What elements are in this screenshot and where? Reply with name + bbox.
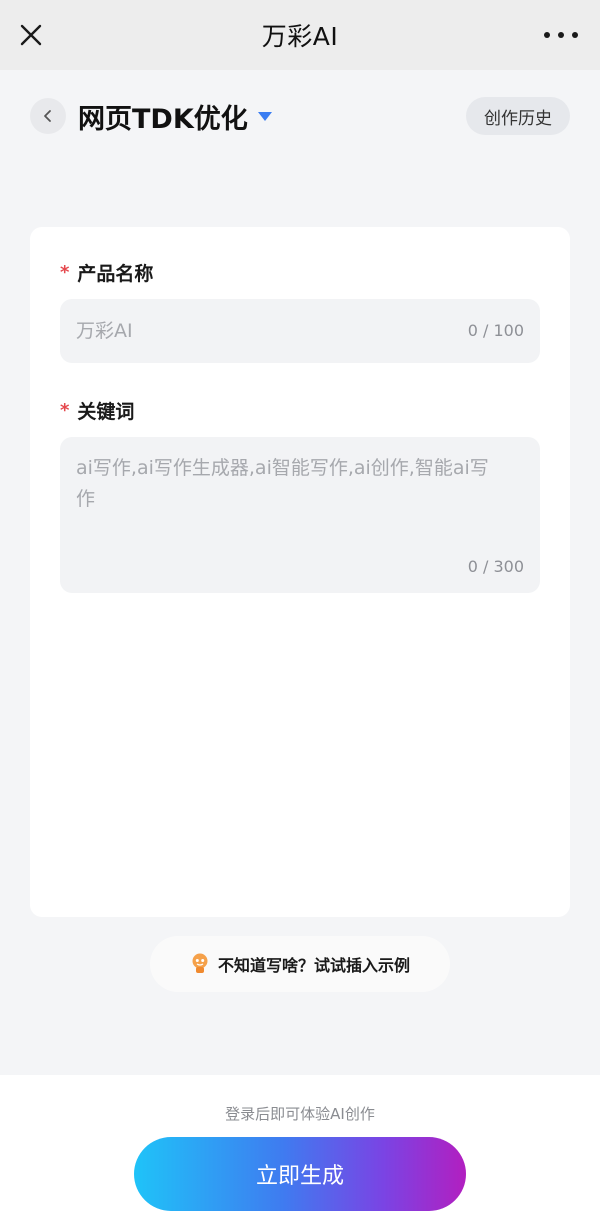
more-dot-icon [544, 32, 550, 38]
more-button[interactable] [544, 24, 578, 46]
history-button[interactable]: 创作历史 [466, 97, 570, 135]
more-dot-icon [572, 32, 578, 38]
product-name-placeholder: 万彩AI [76, 320, 133, 342]
generate-button[interactable]: 立即生成 [134, 1137, 466, 1211]
keywords-label-text: 关键词 [77, 401, 135, 423]
close-icon [20, 24, 42, 46]
back-button[interactable] [30, 98, 66, 134]
top-bar: 万彩AI [0, 0, 600, 70]
keywords-placeholder-line: ai写作,ai写作生成器,ai智能写作,ai创作,智能ai写 [76, 457, 489, 479]
caret-down-icon [257, 111, 272, 121]
login-hint: 登录后即可体验AI创作 [225, 1105, 375, 1123]
required-mark: * [60, 400, 70, 421]
keywords-counter: 0 / 300 [467, 557, 524, 576]
header-row: 网页TDK优化 创作历史 [30, 92, 570, 140]
page-title-dropdown[interactable]: 网页TDK优化 [78, 97, 272, 136]
form-card: * 产品名称 万彩AI 0 / 100 * 关键词 ai写作,ai写作生成器,a… [30, 227, 570, 917]
bottom-bar: 登录后即可体验AI创作 立即生成 [0, 1075, 600, 1225]
product-name-label: * 产品名称 [60, 259, 153, 286]
product-name-counter: 0 / 100 [467, 321, 524, 340]
insert-example-tip[interactable]: 不知道写啥？试试插入示例 [150, 936, 450, 992]
page-title: 网页TDK优化 [78, 103, 248, 135]
page: 万彩AI 网页TDK优化 创作历史 * 产品名称 万彩AI 0 / 100 * … [0, 0, 600, 1225]
product-name-label-text: 产品名称 [77, 263, 154, 285]
product-name-input[interactable]: 万彩AI 0 / 100 [60, 299, 540, 363]
keywords-label: * 关键词 [60, 397, 134, 424]
tip-text: 不知道写啥？试试插入示例 [217, 956, 410, 975]
app-title: 万彩AI [261, 22, 339, 51]
chevron-left-icon [44, 110, 51, 122]
close-button[interactable] [14, 18, 48, 52]
required-mark: * [60, 262, 70, 283]
keywords-textarea[interactable]: ai写作,ai写作生成器,ai智能写作,ai创作,智能ai写 作 0 / 300 [60, 437, 540, 593]
keywords-placeholder-line: 作 [76, 488, 96, 510]
bulb-icon [192, 953, 208, 973]
more-dot-icon [558, 32, 564, 38]
